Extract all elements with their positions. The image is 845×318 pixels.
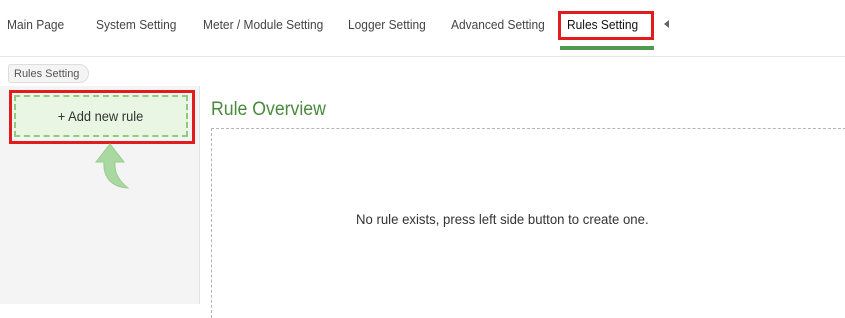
scroll-left-icon[interactable] (664, 20, 669, 28)
page-title: Rule Overview (211, 99, 326, 120)
tab-advanced-setting[interactable]: Advanced Setting (451, 17, 545, 32)
top-navigation: Main Page System Setting Meter / Module … (0, 0, 845, 56)
tab-logger-setting[interactable]: Logger Setting (348, 17, 426, 32)
tab-system-setting[interactable]: System Setting (96, 17, 176, 32)
tab-meter-module-setting[interactable]: Meter / Module Setting (203, 17, 323, 32)
add-new-rule-label: + Add new rule (58, 108, 144, 124)
empty-state-message: No rule exists, press left side button t… (356, 211, 649, 227)
active-tab-underline (560, 46, 654, 50)
add-new-rule-button[interactable]: + Add new rule (14, 95, 188, 137)
tab-main-page[interactable]: Main Page (7, 17, 64, 32)
active-tab-highlight (558, 11, 654, 40)
nav-divider (0, 56, 845, 57)
breadcrumb[interactable]: Rules Setting (8, 64, 90, 83)
curved-arrow-up-icon (94, 143, 130, 189)
